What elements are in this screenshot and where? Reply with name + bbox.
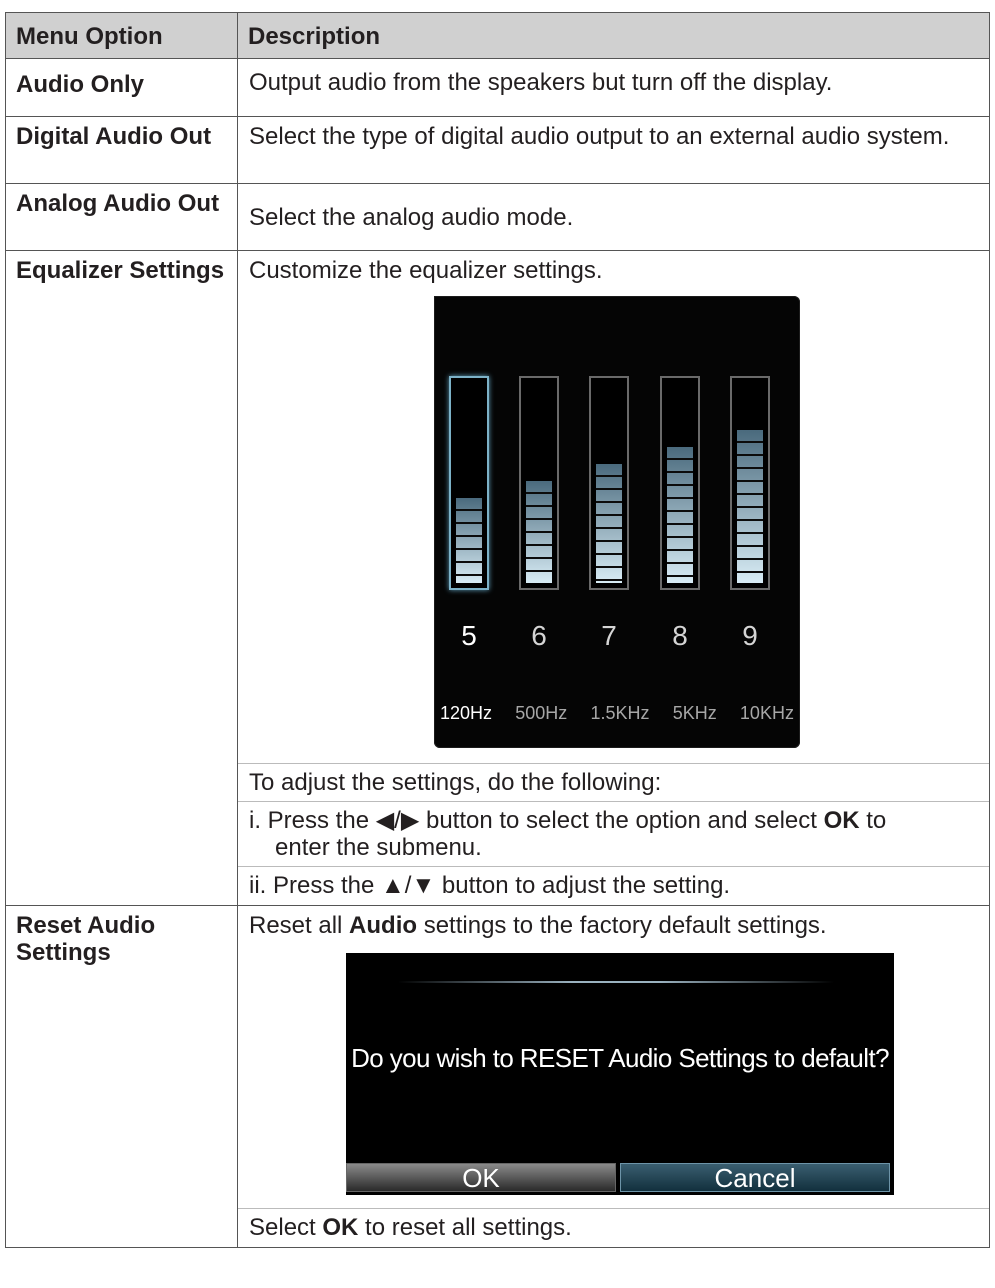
- menu-options-table: Menu Option Description Audio Only Outpu…: [5, 12, 990, 1248]
- equalizer-screenshot: 120Hz 500Hz 1.5KHz 5KHz 10KHz 5 6 7 8 9: [249, 296, 979, 758]
- reset-dialog: Do you wish to RESET Audio Settings to d…: [346, 953, 894, 1195]
- equalizer-panel: 120Hz 500Hz 1.5KHz 5KHz 10KHz 5 6 7 8 9: [434, 296, 800, 748]
- table-row: Reset Audio Settings Reset all Audio set…: [5, 905, 990, 1248]
- footer-suffix: to reset all settings.: [358, 1214, 572, 1241]
- step-2-suffix: button to adjust the setting.: [435, 872, 731, 899]
- eq-band-level-fill: [596, 464, 622, 583]
- divider: [238, 1208, 989, 1209]
- dialog-divider: [398, 981, 834, 983]
- step-1-continuation: enter the submenu.: [275, 834, 482, 861]
- description-analog-audio-out: Select the analog audio mode.: [237, 183, 990, 251]
- step-1-mid: button to select the option and select: [419, 807, 824, 834]
- option-reset-audio-settings: Reset Audio Settings: [5, 905, 238, 1248]
- step-2-prefix: ii. Press the: [249, 872, 382, 899]
- eq-band-level-fill: [456, 498, 482, 583]
- option-analog-audio-out: Analog Audio Out: [5, 183, 238, 251]
- ok-keyword: OK: [823, 807, 860, 834]
- table-row: Analog Audio Out Select the analog audio…: [5, 183, 990, 251]
- ok-button[interactable]: OK: [346, 1163, 616, 1192]
- description-audio-only: Output audio from the speakers but turn …: [237, 58, 990, 117]
- divider: [238, 763, 989, 764]
- option-equalizer-settings: Equalizer Settings: [5, 250, 238, 906]
- ok-keyword: OK: [322, 1214, 359, 1241]
- table-row: Audio Only Output audio from the speaker…: [5, 58, 990, 117]
- description-equalizer-settings: Customize the equalizer settings. 120Hz 5…: [237, 250, 990, 906]
- eq-band-level-fill: [667, 447, 693, 583]
- eq-band-frequency: 500Hz: [515, 703, 568, 723]
- eq-band-frequency: 10KHz: [739, 703, 794, 723]
- reset-desc-suffix: settings to the factory default settings…: [417, 912, 827, 939]
- eq-band-level: 5: [461, 620, 477, 651]
- description-digital-audio-out: Select the type of digital audio output …: [237, 116, 990, 184]
- divider: [238, 801, 989, 802]
- divider: [238, 866, 989, 867]
- eq-band-level: 8: [672, 620, 688, 651]
- instruction-step-2: ii. Press the ▲/▼ button to adjust the s…: [249, 872, 979, 899]
- eq-band-bar[interactable]: [660, 376, 700, 590]
- reset-footer: Select OK to reset all settings.: [249, 1214, 979, 1241]
- instruction-steps: i. Press the ◀/▶ button to select the op…: [238, 807, 989, 899]
- footer-prefix: Select: [249, 1214, 323, 1241]
- eq-band-bar[interactable]: [449, 376, 489, 590]
- reset-dialog-screenshot: Do you wish to RESET Audio Settings to d…: [249, 953, 979, 1203]
- eq-band-bar[interactable]: [589, 376, 629, 590]
- dialog-message: Do you wish to RESET Audio Settings to d…: [351, 1043, 889, 1073]
- eq-band-level-fill: [526, 481, 552, 583]
- option-digital-audio-out: Digital Audio Out: [5, 116, 238, 184]
- equalizer-description: Customize the equalizer settings.: [249, 257, 603, 284]
- cancel-button[interactable]: Cancel: [620, 1163, 890, 1192]
- eq-band-level: 7: [601, 620, 617, 651]
- eq-band-level-fill: [737, 430, 763, 583]
- left-right-arrows-icon: ◀/▶: [375, 807, 420, 834]
- option-audio-only: Audio Only: [5, 58, 238, 117]
- eq-band-level: 6: [531, 620, 547, 651]
- table-row: Digital Audio Out Select the type of dig…: [5, 116, 990, 184]
- up-down-arrows-icon: ▲/▼: [381, 872, 436, 899]
- eq-band-level: 9: [742, 620, 758, 651]
- description-reset-audio-settings: Reset all Audio settings to the factory …: [237, 905, 990, 1248]
- eq-band-frequency: 1.5KHz: [590, 703, 650, 723]
- eq-band-frequency: 5KHz: [672, 703, 717, 723]
- reset-description: Reset all Audio settings to the factory …: [249, 912, 979, 939]
- eq-band-frequency: 120Hz: [440, 703, 493, 723]
- audio-keyword: Audio: [349, 912, 418, 939]
- frequency-labels: 120Hz 500Hz 1.5KHz 5KHz 10KHz: [434, 703, 800, 723]
- reset-desc-prefix: Reset all: [249, 912, 350, 939]
- table-row: Equalizer Settings Customize the equaliz…: [5, 250, 990, 906]
- eq-band-bar[interactable]: [519, 376, 559, 590]
- step-1-prefix: i. Press the: [249, 807, 376, 834]
- instructions-intro: To adjust the settings, do the following…: [249, 769, 662, 796]
- header-description: Description: [237, 12, 990, 59]
- eq-band-bar[interactable]: [730, 376, 770, 590]
- step-1-suffix: to: [859, 807, 887, 834]
- header-menu-option: Menu Option: [5, 12, 238, 59]
- table-header-row: Menu Option Description: [5, 12, 990, 59]
- instruction-step-1: i. Press the ◀/▶ button to select the op…: [249, 807, 979, 861]
